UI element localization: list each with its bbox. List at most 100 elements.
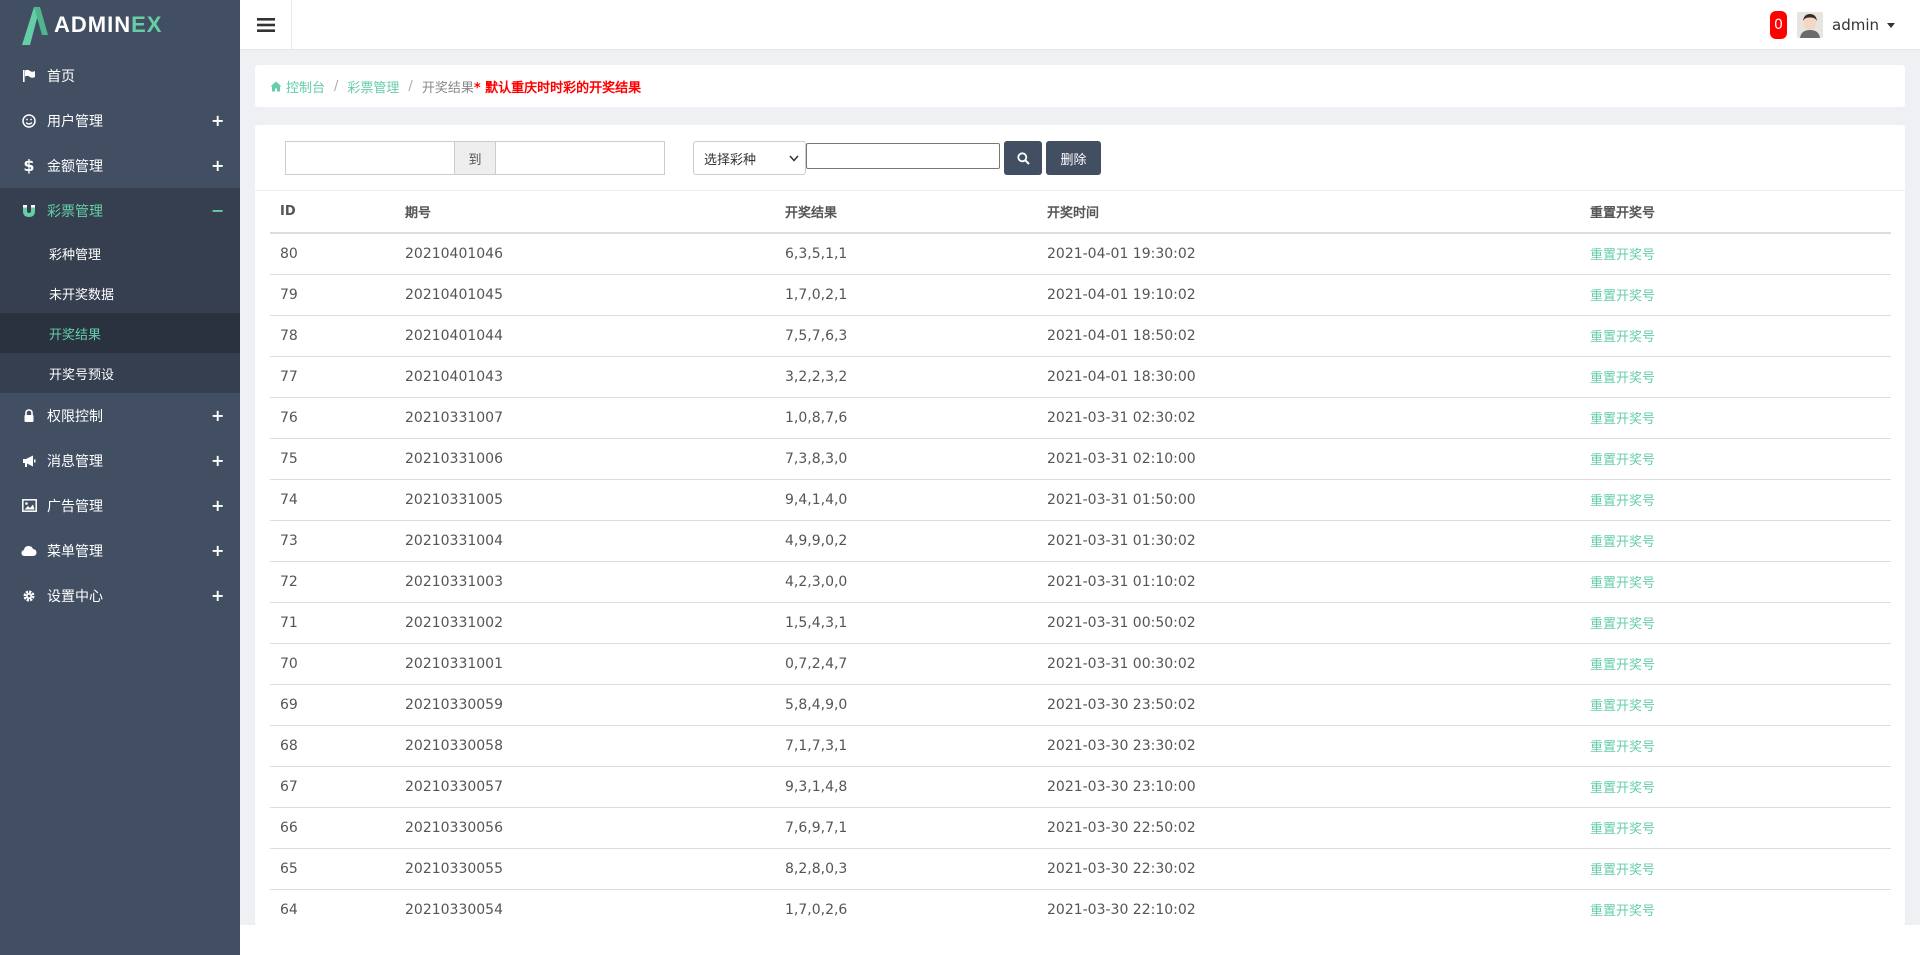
reset-number-link[interactable]: 重置开奖号 [1580, 725, 1891, 767]
reset-number-link[interactable]: 重置开奖号 [1580, 684, 1891, 726]
reset-number-link[interactable]: 重置开奖号 [1580, 438, 1891, 480]
cell-id: 70 [270, 643, 395, 685]
table-row: 68 20210330058 7,1,7,3,1 2021-03-30 23:30:0… [270, 725, 1891, 767]
table-body: 80 20210401046 6,3,5,1,1 2021-04-01 19:30:0… [270, 233, 1891, 925]
reset-number-link[interactable]: 重置开奖号 [1580, 397, 1891, 439]
cell-result: 4,2,3,0,0 [775, 561, 1037, 603]
reset-number-link[interactable]: 重置开奖号 [1580, 356, 1891, 398]
end-date-input[interactable] [495, 141, 665, 175]
reset-number-link[interactable]: 重置开奖号 [1580, 848, 1891, 890]
reset-number-link[interactable]: 重置开奖号 [1580, 233, 1891, 275]
sidebar-nav: 首页 用户管理 + $ 金额管理 + 彩票管理 − [0, 53, 240, 233]
breadcrumb-note: * 默认重庆时时彩的开奖结果 [473, 80, 642, 96]
cell-id: 75 [270, 438, 395, 480]
lottery-type-select[interactable]: 选择彩种 [693, 141, 806, 175]
reset-number-link[interactable]: 重置开奖号 [1580, 643, 1891, 685]
cell-issue: 20210401044 [395, 315, 775, 357]
sidebar-item-label: 用户管理 [47, 113, 103, 130]
sidebar-subitem-pending-data[interactable]: 未开奖数据 [0, 273, 240, 313]
table-row: 73 20210331004 4,9,9,0,2 2021-03-31 01:30:0… [270, 520, 1891, 562]
cell-issue: 20210331003 [395, 561, 775, 603]
sidebar-item-permissions[interactable]: 权限控制 + [0, 393, 240, 438]
lottery-type-select-label: 选择彩种 [704, 152, 757, 168]
delete-button[interactable]: 删除 [1046, 141, 1101, 175]
cell-id: 67 [270, 766, 395, 808]
sidebar-subnav: 彩种管理 未开奖数据 开奖结果 开奖号预设 [0, 233, 240, 393]
cell-issue: 20210401046 [395, 233, 775, 275]
sidebar-nav-lower: 权限控制 + 消息管理 + 广告管理 + 菜单管理 + 设置中心 + [0, 393, 240, 618]
cell-issue: 20210331007 [395, 397, 775, 439]
avatar[interactable] [1797, 12, 1823, 38]
cell-id: 65 [270, 848, 395, 890]
sidebar-item-ads[interactable]: 广告管理 + [0, 483, 240, 528]
sidebar-item-label: 首页 [47, 68, 75, 85]
reset-number-link[interactable]: 重置开奖号 [1580, 561, 1891, 603]
sidebar-item-finance[interactable]: $ 金额管理 + [0, 143, 240, 188]
reset-number-link[interactable]: 重置开奖号 [1580, 766, 1891, 808]
reset-number-link[interactable]: 重置开奖号 [1580, 274, 1891, 316]
date-range: 到 [285, 141, 665, 175]
logo[interactable]: ADMINEX [0, 0, 240, 50]
reset-number-link[interactable]: 重置开奖号 [1580, 602, 1891, 644]
reset-number-link[interactable]: 重置开奖号 [1580, 889, 1891, 925]
username[interactable]: admin [1832, 16, 1879, 34]
reset-number-link[interactable]: 重置开奖号 [1580, 479, 1891, 521]
cell-time: 2021-03-31 01:30:02 [1037, 520, 1580, 562]
col-header-time: 开奖时间 [1037, 191, 1580, 234]
sidebar-item-label: 彩票管理 [47, 203, 103, 220]
reset-number-link[interactable]: 重置开奖号 [1580, 807, 1891, 849]
cell-id: 77 [270, 356, 395, 398]
sidebar-item-messages[interactable]: 消息管理 + [0, 438, 240, 483]
breadcrumb-current: 开奖结果 [421, 80, 474, 96]
sidebar-subitem-draw-results[interactable]: 开奖结果 [0, 313, 240, 353]
table-header-row: ID 期号 开奖结果 开奖时间 重置开奖号 [270, 191, 1891, 234]
cell-time: 2021-03-30 23:10:00 [1037, 766, 1580, 808]
cell-issue: 20210401045 [395, 274, 775, 316]
col-header-id: ID [270, 191, 395, 234]
cell-time: 2021-03-30 23:30:02 [1037, 725, 1580, 767]
cell-result: 8,2,8,0,3 [775, 848, 1037, 890]
sidebar-subitem-lottery-types[interactable]: 彩种管理 [0, 233, 240, 273]
sidebar-item-home[interactable]: 首页 [0, 53, 240, 98]
cell-issue: 20210331001 [395, 643, 775, 685]
sidebar-subitem-preset-numbers[interactable]: 开奖号预设 [0, 353, 240, 393]
sidebar-item-menus[interactable]: 菜单管理 + [0, 528, 240, 573]
col-header-issue: 期号 [395, 191, 775, 234]
table-row: 71 20210331002 1,5,4,3,1 2021-03-31 00:50:0… [270, 602, 1891, 644]
logo-icon [22, 7, 48, 45]
col-header-result: 开奖结果 [775, 191, 1037, 234]
cell-result: 6,3,5,1,1 [775, 233, 1037, 275]
search-button[interactable] [1004, 141, 1042, 175]
notification-badge[interactable]: 0 [1770, 11, 1787, 39]
home-icon [270, 81, 282, 92]
sidebar-item-label: 金额管理 [47, 158, 103, 175]
reset-number-link[interactable]: 重置开奖号 [1580, 520, 1891, 562]
cell-time: 2021-03-31 01:10:02 [1037, 561, 1580, 603]
cell-time: 2021-04-01 19:30:02 [1037, 233, 1580, 275]
cell-time: 2021-03-30 22:30:02 [1037, 848, 1580, 890]
results-panel: 到 选择彩种 删除 ID 期号 开奖结果 开奖时间 重置开奖号 80 202104… [255, 125, 1905, 925]
sidebar-item-label: 权限控制 [47, 408, 103, 425]
sidebar-toggle-button[interactable] [240, 0, 292, 50]
search-icon [1016, 151, 1030, 165]
cell-issue: 20210330057 [395, 766, 775, 808]
image-icon [21, 498, 37, 514]
keyword-input[interactable] [806, 143, 1000, 169]
breadcrumb-parent[interactable]: 彩票管理 [347, 77, 399, 96]
sidebar-item-settings[interactable]: 设置中心 + [0, 573, 240, 618]
cell-id: 80 [270, 233, 395, 275]
start-date-input[interactable] [285, 141, 455, 175]
breadcrumb-home[interactable]: 控制台 [286, 77, 325, 96]
table-row: 75 20210331006 7,3,8,3,0 2021-03-31 02:10:0… [270, 438, 1891, 480]
table-row: 77 20210401043 3,2,2,3,2 2021-04-01 18:30:0… [270, 356, 1891, 398]
sidebar-item-users[interactable]: 用户管理 + [0, 98, 240, 143]
cell-result: 7,5,7,6,3 [775, 315, 1037, 357]
cell-result: 1,0,8,7,6 [775, 397, 1037, 439]
cell-id: 74 [270, 479, 395, 521]
chevron-down-icon[interactable] [1887, 22, 1895, 28]
cell-id: 71 [270, 602, 395, 644]
reset-number-link[interactable]: 重置开奖号 [1580, 315, 1891, 357]
expand-icon: + [211, 111, 225, 130]
sidebar-item-lottery[interactable]: 彩票管理 − [0, 188, 240, 233]
cell-result: 7,6,9,7,1 [775, 807, 1037, 849]
